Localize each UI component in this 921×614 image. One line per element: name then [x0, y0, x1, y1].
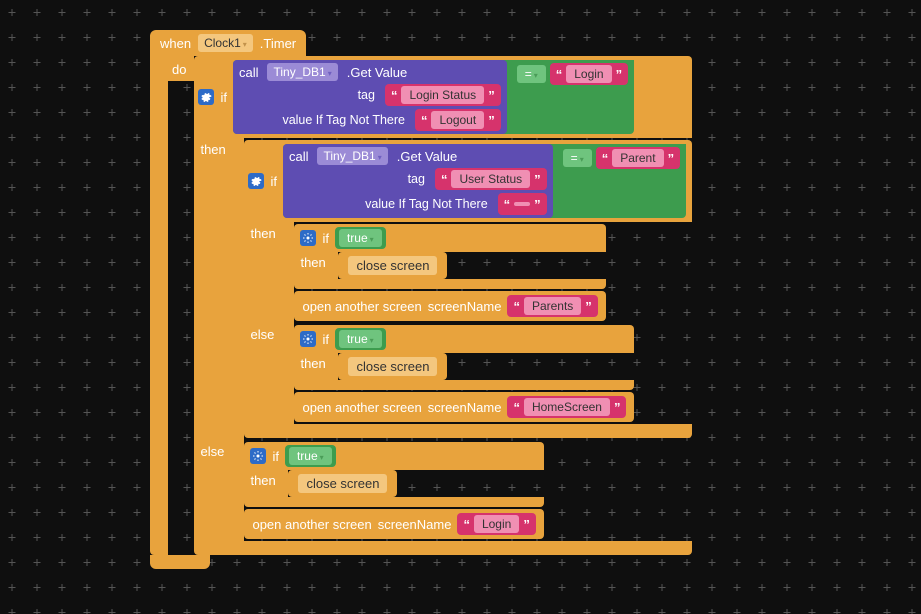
equals-block-2[interactable]: call Tiny_DB1▾ .Get Value tag “ [283, 144, 686, 218]
string-empty[interactable]: “” [498, 193, 547, 215]
close-screen-block[interactable]: close screen [288, 470, 397, 497]
if-block-outer[interactable]: if call Tiny_DB1▾ .Get Value [194, 56, 692, 555]
if-keyword: if [220, 90, 227, 105]
if-true-3[interactable]: if true▾ then close screen [244, 442, 543, 507]
gear-icon[interactable] [300, 331, 316, 347]
close-screen-block[interactable]: close screen [338, 252, 447, 279]
operator-dropdown[interactable]: =▾ [563, 149, 592, 167]
if-true-2[interactable]: if true▾ then close screen [294, 325, 634, 390]
bool-true[interactable]: true▾ [285, 445, 336, 467]
bool-true[interactable]: true▾ [335, 328, 386, 350]
if-true-1[interactable]: if true▾ then close screen [294, 224, 605, 289]
string-parents-screen[interactable]: “Parents” [507, 295, 597, 317]
component-dropdown[interactable]: Clock1▾ [198, 34, 253, 52]
event-name: .Timer [260, 36, 296, 51]
event-when-block[interactable]: when Clock1▾ .Timer [150, 30, 306, 56]
when-keyword: when [160, 36, 191, 51]
string-login-status[interactable]: “Login Status” [385, 84, 501, 106]
operator-dropdown[interactable]: =▾ [517, 65, 546, 83]
do-keyword: do [172, 62, 186, 77]
if-block-inner[interactable]: if call Tiny_DB1▾ .Get Value [244, 140, 692, 438]
blocks-workspace[interactable]: when Clock1▾ .Timer do if [150, 30, 692, 569]
string-login-screen[interactable]: “Login” [457, 513, 535, 535]
gear-icon[interactable] [198, 89, 214, 105]
gear-icon[interactable] [300, 230, 316, 246]
string-user-status[interactable]: “User Status” [435, 168, 547, 190]
open-screen-parents[interactable]: open another screen screenName “Parents” [294, 291, 605, 321]
bool-true[interactable]: true▾ [335, 227, 386, 249]
gear-icon[interactable] [248, 173, 264, 189]
component-dropdown[interactable]: Tiny_DB1▾ [317, 147, 387, 165]
call-getvalue-1[interactable]: call Tiny_DB1▾ .Get Value tag “Login Sta… [233, 60, 507, 134]
call-getvalue-2[interactable]: call Tiny_DB1▾ .Get Value tag “ [283, 144, 553, 218]
string-logout[interactable]: “Logout” [415, 109, 501, 131]
open-screen-home[interactable]: open another screen screenName “HomeScre… [294, 392, 634, 422]
equals-block-1[interactable]: call Tiny_DB1▾ .Get Value tag “Login Sta… [233, 60, 634, 134]
string-home-screen[interactable]: “HomeScreen” [507, 396, 626, 418]
open-screen-login[interactable]: open another screen screenName “Login” [244, 509, 543, 539]
component-dropdown[interactable]: Tiny_DB1▾ [267, 63, 337, 81]
string-parent[interactable]: “Parent” [596, 147, 680, 169]
gear-icon[interactable] [250, 448, 266, 464]
string-login[interactable]: “Login” [550, 63, 628, 85]
close-screen-block[interactable]: close screen [338, 353, 447, 380]
